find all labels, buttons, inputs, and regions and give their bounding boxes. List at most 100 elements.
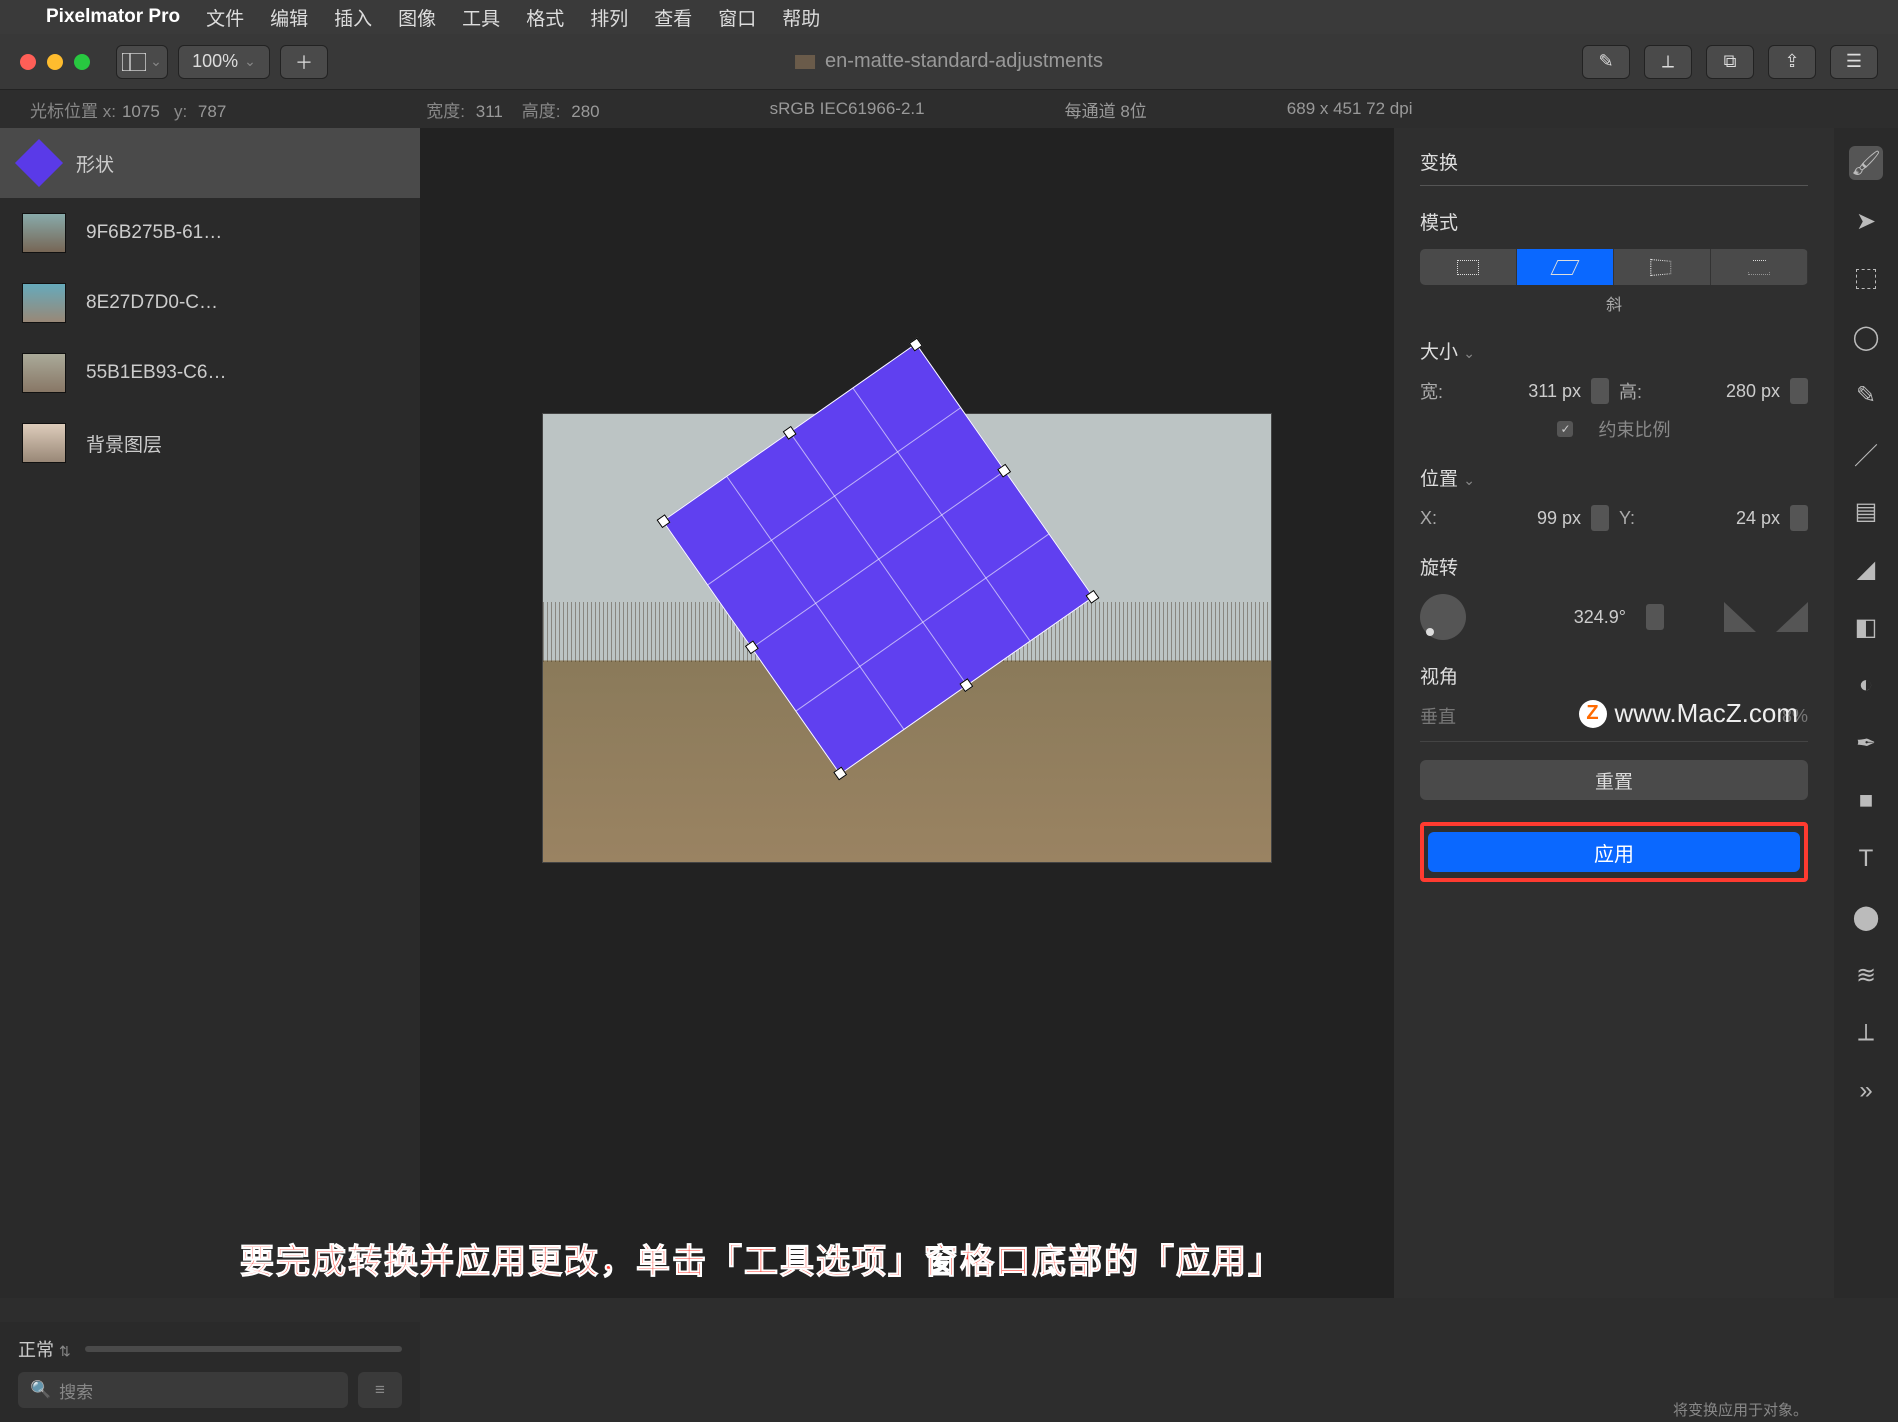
menu-file[interactable]: 文件	[206, 4, 244, 31]
layer-item[interactable]: 55B1EB93-C6…	[0, 338, 420, 408]
add-button[interactable]: ＋	[280, 45, 328, 79]
rect-icon: ■	[1859, 787, 1874, 815]
minimize-button[interactable]	[47, 54, 63, 70]
tool-effects[interactable]: ≋	[1849, 958, 1883, 992]
mode-distort[interactable]	[1614, 249, 1711, 285]
sidebar-toggle-button[interactable]: ⌄	[116, 45, 168, 79]
menu-arrange[interactable]: 排列	[590, 4, 628, 31]
settings-button[interactable]: ☰	[1830, 45, 1878, 79]
flip-h-button[interactable]	[1724, 602, 1756, 632]
perspective-icon	[1748, 260, 1770, 275]
menu-view[interactable]: 查看	[654, 4, 692, 31]
instruction-overlay: 要完成转换并应用更改，单击「工具选项」窗格口底部的「应用」	[240, 1234, 1284, 1283]
share-button[interactable]: ⇪	[1768, 45, 1816, 79]
tool-arrow[interactable]: ➤	[1849, 204, 1883, 238]
y-stepper[interactable]	[1790, 505, 1808, 531]
layer-item[interactable]: 8E27D7D0-C…	[0, 268, 420, 338]
copy-button[interactable]: ⧉	[1706, 45, 1754, 79]
blend-mode-select[interactable]: 正常 ⇅	[18, 1336, 71, 1362]
mode-selected-label: 斜	[1420, 291, 1808, 315]
transform-handle[interactable]	[959, 678, 973, 692]
mode-perspective[interactable]	[1711, 249, 1808, 285]
tool-lasso[interactable]: ◯	[1849, 320, 1883, 354]
size-label[interactable]: 大小 ⌄	[1420, 337, 1808, 364]
document-thumb-icon	[795, 55, 815, 69]
tool-gradient[interactable]: ◢	[1849, 552, 1883, 586]
transform-handle[interactable]	[909, 338, 923, 352]
layer-background[interactable]: 背景图层	[0, 408, 420, 478]
zoom-select[interactable]: 100% ⌄	[178, 45, 270, 79]
x-stepper[interactable]	[1591, 505, 1609, 531]
y-label: Y:	[1619, 508, 1655, 529]
menu-tool[interactable]: 工具	[462, 4, 500, 31]
y-input[interactable]: 24 px	[1665, 508, 1780, 529]
search-input[interactable]: 🔍搜索	[18, 1372, 348, 1408]
height-input[interactable]: 280 px	[1665, 381, 1780, 402]
rotation-input[interactable]: 324.9°	[1486, 607, 1626, 628]
tool-more[interactable]: »	[1849, 1074, 1883, 1108]
cursor-x-label: 光标位置 x:	[30, 102, 116, 121]
menu-window[interactable]: 窗口	[718, 4, 756, 31]
layer-name: 背景图层	[86, 430, 162, 457]
transform-handle[interactable]	[657, 514, 671, 528]
canvas-size: 689 x 451 72 dpi	[1287, 99, 1413, 119]
layer-menu-button[interactable]: ≡	[358, 1372, 402, 1408]
document-name: en-matte-standard-adjustments	[825, 50, 1103, 73]
zoom-button[interactable]	[74, 54, 90, 70]
tool-style[interactable]: 🖌	[1849, 146, 1883, 180]
layer-thumb	[22, 283, 66, 323]
rotation-stepper[interactable]	[1646, 604, 1664, 630]
opacity-slider[interactable]	[85, 1346, 402, 1352]
bucket-icon: ▤	[1855, 497, 1878, 526]
mode-skew[interactable]	[1517, 249, 1614, 285]
cursor-y-label: y:	[174, 102, 187, 121]
width-label: 宽:	[1420, 378, 1456, 404]
tool-color[interactable]: ⬤	[1849, 900, 1883, 934]
app-name[interactable]: Pixelmator Pro	[46, 6, 180, 28]
constrain-checkbox[interactable]: ✓	[1557, 421, 1573, 437]
apply-button[interactable]: 应用	[1428, 832, 1800, 872]
gradient-icon: ◢	[1857, 555, 1875, 584]
menu-insert[interactable]: 插入	[334, 4, 372, 31]
crop-button[interactable]: ⟂	[1644, 45, 1692, 79]
transform-handle[interactable]	[833, 767, 847, 781]
tool-shape[interactable]: ■	[1849, 784, 1883, 818]
transform-handle[interactable]	[997, 464, 1011, 478]
position-label[interactable]: 位置 ⌄	[1420, 464, 1808, 491]
layer-name: 8E27D7D0-C…	[86, 292, 218, 314]
menu-icon: ≡	[375, 1380, 385, 1400]
tool-marquee[interactable]	[1849, 262, 1883, 296]
close-button[interactable]	[20, 54, 36, 70]
width-stepper[interactable]	[1591, 378, 1609, 404]
lasso-icon: ◯	[1853, 323, 1880, 352]
mode-free[interactable]	[1420, 249, 1517, 285]
infobar: 光标位置 x:1075 y: 787 宽度: 311 高度: 280 sRGB …	[0, 90, 1898, 128]
reset-button[interactable]: 重置	[1420, 760, 1808, 800]
layer-shape[interactable]: 形状	[0, 128, 420, 198]
ml-enhance-button[interactable]: ✎	[1582, 45, 1630, 79]
flip-v-button[interactable]	[1776, 602, 1808, 632]
mode-segmented	[1420, 249, 1808, 285]
tool-clone[interactable]: ◐	[1849, 668, 1883, 702]
color-icon: ⬤	[1853, 903, 1880, 932]
width-input[interactable]: 311 px	[1466, 381, 1581, 402]
transform-shape[interactable]	[662, 343, 1094, 775]
menu-help[interactable]: 帮助	[782, 4, 820, 31]
menu-image[interactable]: 图像	[398, 4, 436, 31]
tool-text[interactable]: T	[1849, 842, 1883, 876]
tool-pen[interactable]: ✒	[1849, 726, 1883, 760]
layer-item[interactable]: 9F6B275B-61…	[0, 198, 420, 268]
tool-erase[interactable]: ◧	[1849, 610, 1883, 644]
layer-name: 55B1EB93-C6…	[86, 362, 226, 384]
menu-edit[interactable]: 编辑	[270, 4, 308, 31]
tool-crop2[interactable]: ⟂	[1849, 1016, 1883, 1050]
x-input[interactable]: 99 px	[1466, 508, 1581, 529]
tool-fill[interactable]: ▤	[1849, 494, 1883, 528]
tool-brush[interactable]: ／	[1849, 436, 1883, 470]
share-icon: ⇪	[1784, 51, 1799, 72]
rotation-dial[interactable]	[1420, 594, 1466, 640]
canvas[interactable]	[420, 128, 1394, 1298]
menu-format[interactable]: 格式	[526, 4, 564, 31]
tool-eyedrop[interactable]: ✎	[1849, 378, 1883, 412]
height-stepper[interactable]	[1790, 378, 1808, 404]
